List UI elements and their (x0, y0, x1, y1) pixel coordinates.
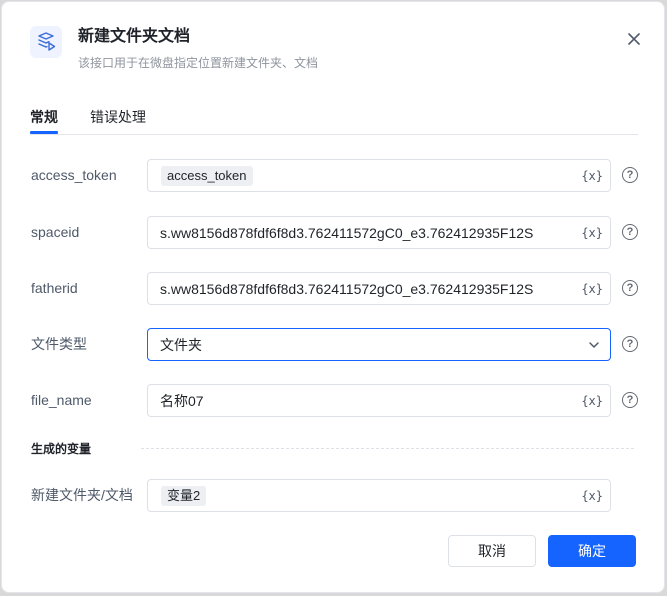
output-variable-input[interactable]: 变量2 {x} (147, 479, 611, 512)
file-type-label: 文件类型 (31, 336, 87, 352)
file-type-value: 文件夹 (160, 337, 202, 353)
tab-general[interactable]: 常规 (30, 107, 58, 134)
file-name-input[interactable]: 名称07 {x} (147, 384, 611, 417)
help-icon[interactable]: ? (622, 336, 638, 352)
close-icon[interactable] (624, 29, 644, 49)
help-icon[interactable]: ? (622, 224, 638, 240)
file-name-row: file_name 名称07 {x} ? (31, 384, 638, 417)
fatherid-value: s.ww8156d878fdf6f8d3.762411572gC0_e3.762… (160, 281, 534, 297)
output-section-title: 生成的变量 (31, 442, 92, 456)
output-row: 新建文件夹/文档 变量2 {x} (31, 479, 638, 512)
tab-error-handling[interactable]: 错误处理 (90, 107, 146, 127)
variable-icon[interactable]: {x} (581, 281, 603, 297)
confirm-button[interactable]: 确定 (548, 535, 636, 567)
fatherid-row: fatherid s.ww8156d878fdf6f8d3.762411572g… (31, 272, 638, 305)
dialog-title: 新建文件夹文档 (78, 28, 191, 45)
variable-icon[interactable]: {x} (581, 168, 603, 184)
access-token-row: access_token access_token {x} ? (31, 159, 638, 192)
variable-icon[interactable]: {x} (581, 393, 603, 409)
dialog-header: 新建文件夹文档 该接口用于在微盘指定位置新建文件夹、文档 (30, 24, 644, 76)
help-icon[interactable]: ? (622, 392, 638, 408)
file-type-row: 文件类型 文件夹 ? (31, 328, 638, 361)
file-name-value: 名称07 (160, 393, 204, 409)
dialog-subtitle: 该接口用于在微盘指定位置新建文件夹、文档 (78, 56, 319, 70)
help-icon[interactable]: ? (622, 167, 638, 183)
variable-icon[interactable]: {x} (581, 225, 603, 241)
folder-document-icon (30, 26, 62, 58)
variable-chip: 变量2 (161, 486, 207, 506)
output-label: 新建文件夹/文档 (31, 487, 133, 503)
output-section-header: 生成的变量 (31, 440, 634, 458)
file-type-select[interactable]: 文件夹 (147, 328, 611, 361)
help-icon[interactable]: ? (622, 280, 638, 296)
chevron-down-icon[interactable] (588, 339, 600, 351)
access-token-input[interactable]: access_token {x} (147, 159, 611, 192)
fatherid-label: fatherid (31, 280, 78, 296)
fatherid-input[interactable]: s.ww8156d878fdf6f8d3.762411572gC0_e3.762… (147, 272, 611, 305)
section-divider (141, 448, 634, 449)
spaceid-label: spaceid (31, 224, 80, 240)
file-name-label: file_name (31, 392, 92, 408)
spaceid-row: spaceid s.ww8156d878fdf6f8d3.762411572gC… (31, 216, 638, 249)
spaceid-value: s.ww8156d878fdf6f8d3.762411572gC0_e3.762… (160, 225, 534, 241)
create-folder-dialog: 新建文件夹文档 该接口用于在微盘指定位置新建文件夹、文档 常规 错误处理 acc… (1, 1, 665, 593)
spaceid-input[interactable]: s.ww8156d878fdf6f8d3.762411572gC0_e3.762… (147, 216, 611, 249)
dialog-footer: 取消 确定 (448, 535, 638, 567)
cancel-button[interactable]: 取消 (448, 535, 536, 567)
tab-bar: 常规 错误处理 (30, 107, 638, 135)
variable-chip: access_token (161, 166, 253, 186)
variable-icon[interactable]: {x} (581, 488, 603, 504)
access-token-label: access_token (31, 167, 117, 183)
